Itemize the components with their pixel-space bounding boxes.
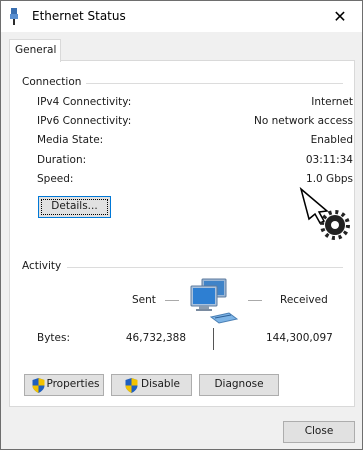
received-label: Received: [280, 294, 328, 306]
disable-button-label: Disable: [141, 378, 180, 390]
properties-button-label: Properties: [46, 378, 100, 390]
close-button[interactable]: Close: [283, 421, 355, 443]
close-button-label: Close: [304, 425, 334, 437]
activity-divider: [67, 267, 343, 268]
disable-button[interactable]: Disable: [111, 374, 192, 396]
ethernet-status-window: Ethernet Status ✕ General Connection IPv…: [0, 0, 363, 450]
ipv4-value: Internet: [311, 96, 353, 108]
title-bar: Ethernet Status ✕: [1, 1, 362, 32]
activity-heading: Activity: [22, 260, 62, 272]
ipv4-label: IPv4 Connectivity:: [37, 96, 132, 108]
diagnose-button-label: Diagnose: [214, 378, 264, 390]
received-line: [248, 300, 262, 301]
bytes-divider: [213, 328, 214, 350]
duration-value: 03:11:34: [305, 154, 353, 166]
media-state-value: Enabled: [310, 134, 353, 146]
media-state-label: Media State:: [37, 134, 104, 146]
speed-label: Speed:: [37, 173, 74, 185]
details-button[interactable]: Details...: [38, 196, 111, 218]
ipv6-label: IPv6 Connectivity:: [37, 115, 132, 127]
duration-label: Duration:: [37, 154, 87, 166]
connection-heading: Connection: [22, 76, 82, 88]
ipv6-value: No network access: [254, 115, 353, 127]
bytes-sent-value: 46,732,388: [125, 332, 186, 344]
ethernet-cable-icon: [10, 8, 18, 25]
window-title: Ethernet Status: [32, 9, 126, 23]
tab-general-label: General: [15, 44, 57, 56]
properties-button[interactable]: Properties: [24, 374, 104, 396]
connection-divider: [86, 83, 343, 84]
sent-line: [165, 300, 179, 301]
window-close-button[interactable]: ✕: [318, 1, 362, 32]
tab-general[interactable]: General: [9, 39, 61, 62]
speed-value: 1.0 Gbps: [306, 173, 353, 185]
sent-label: Sent: [132, 294, 156, 306]
diagnose-button[interactable]: Diagnose: [199, 374, 279, 396]
bytes-received-value: 144,300,097: [266, 332, 333, 344]
details-button-label: Details...: [51, 200, 98, 212]
network-computers-icon: [190, 278, 239, 324]
bytes-label: Bytes:: [37, 332, 71, 344]
busy-cursor-icon: [299, 187, 350, 240]
